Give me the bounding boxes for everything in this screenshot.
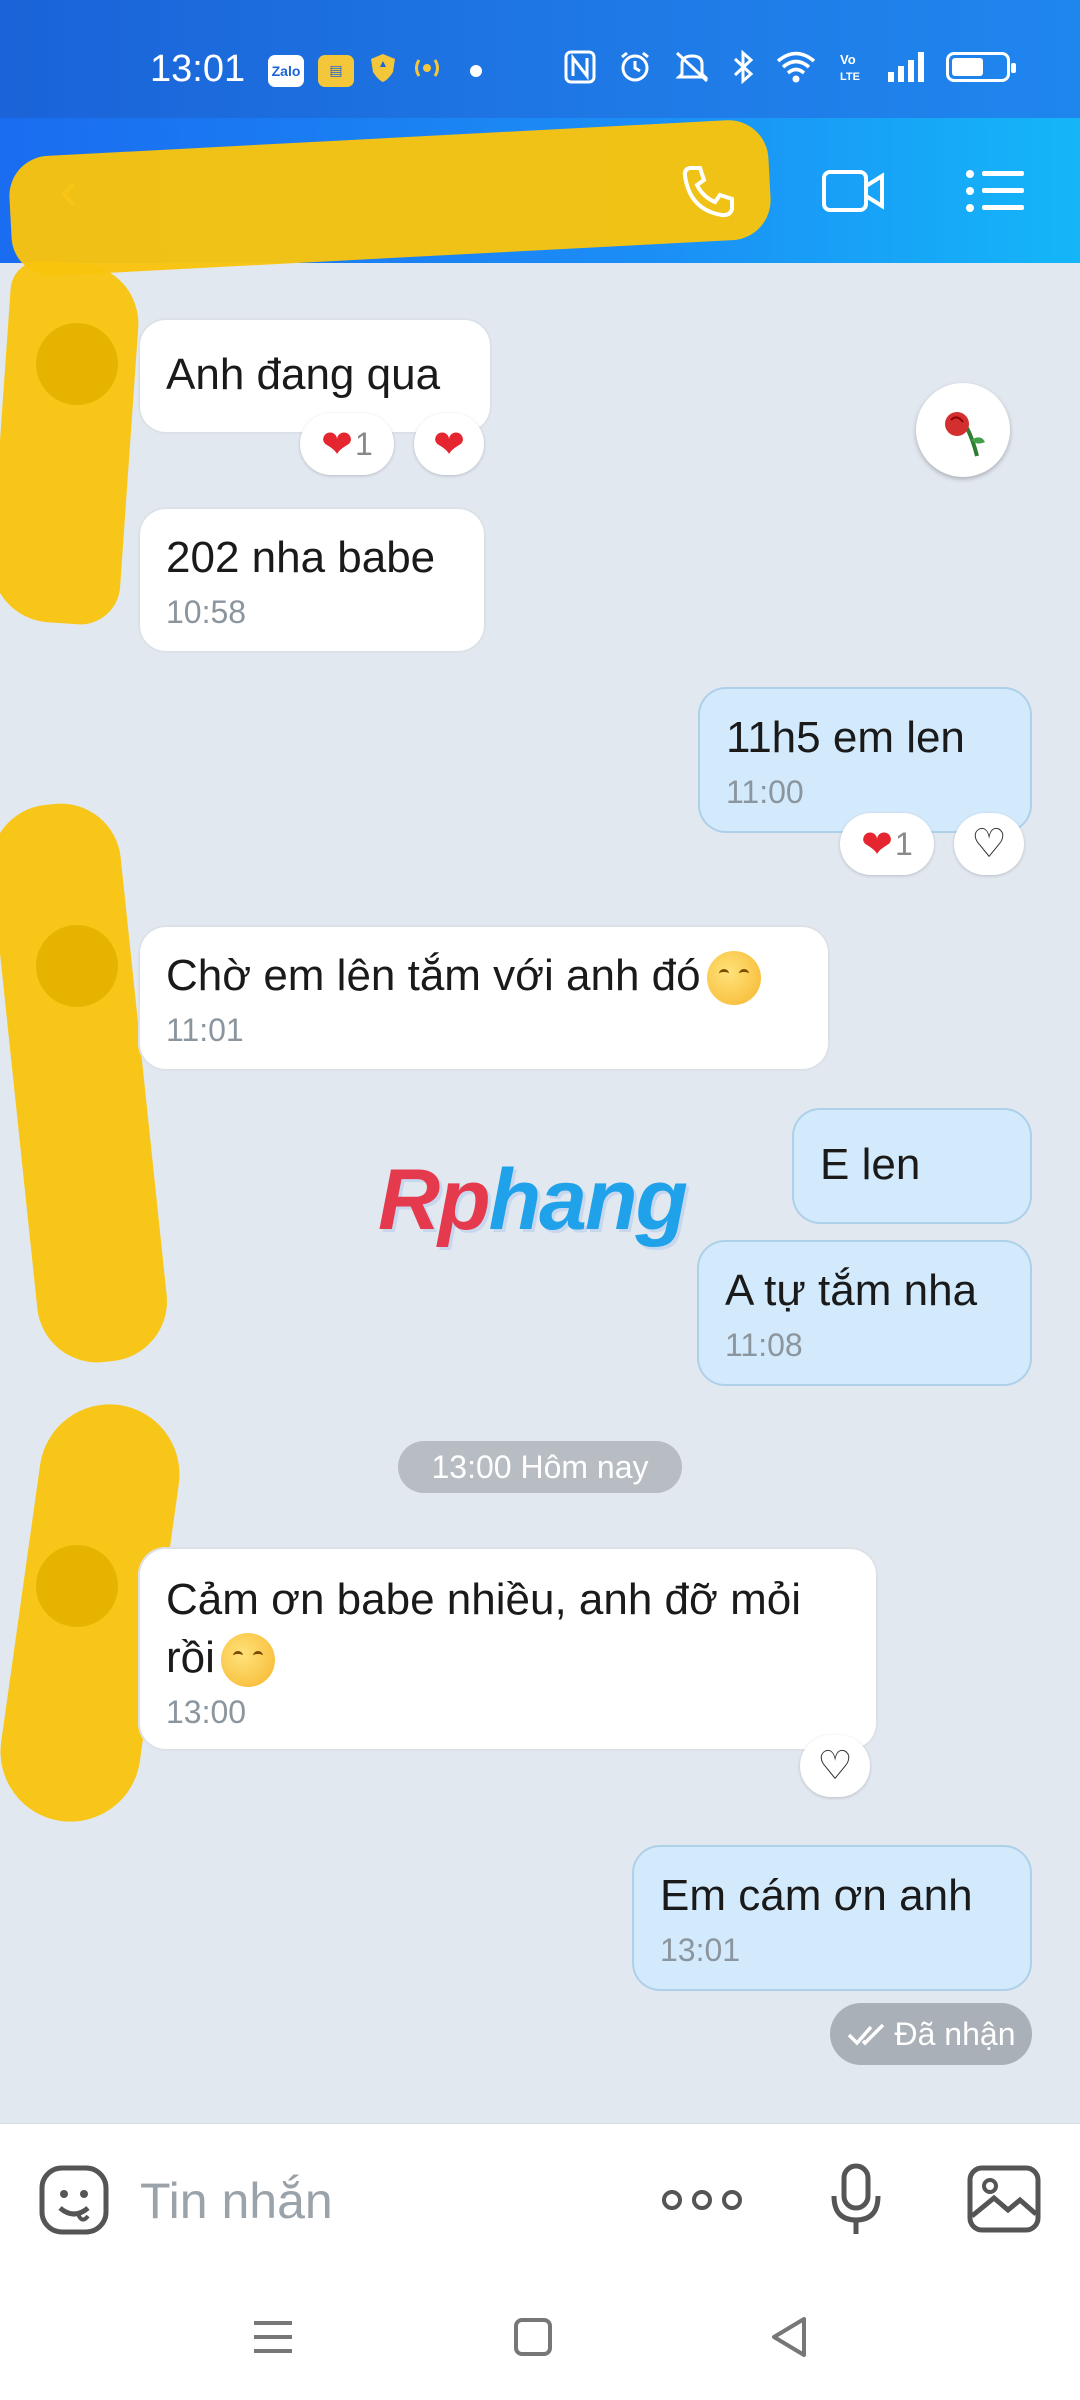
reaction-summary[interactable]: ❤ 1	[300, 413, 394, 475]
sticker-icon	[39, 2165, 109, 2235]
call-button[interactable]	[676, 160, 742, 222]
message-bubble-incoming[interactable]: Chờ em lên tắm với anh đó 11:01	[138, 925, 830, 1071]
dot-icon	[692, 2190, 712, 2210]
sticker-button[interactable]	[38, 2164, 110, 2236]
system-back-button[interactable]	[764, 2313, 814, 2361]
message-text: Chờ em lên tắm với anh đó	[166, 951, 701, 1000]
message-time: 11:01	[166, 1012, 244, 1049]
message-text: Cảm ơn babe nhiều, anh đỡ mỏi	[166, 1575, 801, 1624]
menu-button[interactable]	[962, 160, 1028, 222]
system-icons: Vo LTE	[564, 50, 1016, 84]
react-heart-button[interactable]: ♡	[954, 813, 1024, 875]
message-time: 10:58	[166, 594, 247, 630]
signal-icon	[888, 52, 924, 82]
message-time: 11:00	[726, 774, 804, 810]
battery-icon	[946, 52, 1016, 82]
square-icon	[514, 2318, 552, 2356]
dot-icon	[662, 2190, 682, 2210]
volte-icon: Vo LTE	[840, 52, 860, 83]
svg-text:LTE: LTE	[840, 71, 860, 83]
heart-outline-icon: ♡	[817, 1744, 853, 1788]
svg-text:Vo: Vo	[840, 52, 856, 67]
heart-icon: ❤	[433, 423, 465, 466]
send-image-button[interactable]	[966, 2164, 1042, 2234]
reaction-summary[interactable]: ❤ 1	[840, 813, 934, 875]
recent-apps-button[interactable]	[248, 2313, 298, 2361]
kiss-emoji-icon	[220, 1633, 275, 1688]
shield-icon	[368, 52, 398, 89]
message-time: 13:00	[166, 1694, 247, 1731]
avatar[interactable]	[36, 1545, 118, 1627]
chat-area[interactable]: Anh đang qua ❤ 1 ❤ 202 nha babe 10:58 11h…	[0, 258, 1080, 2123]
reaction-count: 1	[355, 425, 373, 462]
message-bubble-outgoing[interactable]: A tự tắm nha 11:08	[697, 1240, 1032, 1386]
message-bubble-outgoing[interactable]: 11h5 em len 11:00	[698, 687, 1032, 833]
watermark-part1: Rp	[378, 1152, 491, 1248]
message-text: Em cám ơn anh	[660, 1871, 973, 1920]
more-options-button[interactable]	[662, 2180, 746, 2220]
heart-reaction-icon: ❤	[861, 823, 894, 866]
notification-icons: Zalo ▤	[268, 52, 482, 89]
message-text: 202 nha babe	[166, 533, 436, 582]
mute-icon	[675, 51, 709, 83]
message-bubble-incoming[interactable]: Cảm ơn babe nhiều, anh đỡ mỏi rồi 13:00	[138, 1547, 878, 1751]
nfc-icon	[564, 50, 596, 84]
menu-lines-icon	[254, 2321, 292, 2353]
watermark-part2: hang	[488, 1152, 688, 1248]
status-time: 13:01	[150, 48, 246, 90]
alarm-icon	[621, 51, 649, 82]
status-bar: 13:01 Zalo ▤ Vo LTE	[0, 0, 1080, 118]
heart-reaction-icon: ❤	[321, 423, 354, 466]
sticker-suggestion-button[interactable]	[916, 383, 1010, 477]
bluetooth-icon	[733, 50, 754, 84]
heart-outline-icon: ♡	[971, 822, 1007, 866]
system-navigation-bar	[0, 2273, 1080, 2400]
home-button[interactable]	[508, 2313, 558, 2361]
react-heart-button[interactable]: ❤	[414, 413, 484, 475]
chat-header: ‹	[0, 118, 1080, 278]
dot-icon	[722, 2190, 742, 2210]
video-call-button[interactable]	[820, 160, 886, 222]
watermark-logo: Rphang	[378, 1151, 688, 1250]
delivery-status-text: Đã nhận	[894, 2015, 1016, 2052]
message-input[interactable]	[138, 2168, 622, 2234]
redaction-mark	[0, 258, 143, 628]
triangle-back-icon	[772, 2317, 806, 2357]
message-text: rồi	[166, 1633, 215, 1682]
wifi-icon	[776, 51, 816, 83]
avatar[interactable]	[36, 323, 118, 405]
list-icon	[966, 170, 1024, 212]
message-time: 11:08	[725, 1327, 803, 1363]
rose-icon	[945, 412, 985, 457]
microphone-icon	[831, 2163, 881, 2234]
video-camera-icon	[822, 170, 884, 212]
message-time: 13:01	[660, 1932, 741, 1968]
hotspot-icon	[412, 52, 442, 89]
avatar[interactable]	[36, 925, 118, 1007]
message-text: Anh đang qua	[166, 350, 441, 399]
message-text: E len	[820, 1140, 921, 1189]
double-check-icon	[847, 2023, 884, 2046]
message-bubble-incoming[interactable]: 202 nha babe 10:58	[138, 507, 486, 653]
smile-emoji-icon	[706, 951, 761, 1006]
image-icon	[967, 2165, 1041, 2233]
delivery-status-badge: Đã nhận	[830, 2003, 1032, 2065]
voice-message-button[interactable]	[828, 2162, 884, 2238]
message-text: A tự tắm nha	[725, 1266, 978, 1315]
message-bubble-outgoing[interactable]: E len	[792, 1108, 1032, 1224]
zalo-icon: Zalo	[268, 54, 304, 87]
reaction-count: 1	[895, 825, 913, 862]
redaction-mark	[7, 118, 773, 278]
message-bubble-outgoing[interactable]: Em cám ơn anh 13:01	[632, 1845, 1032, 1991]
date-divider: 13:00 Hôm nay	[398, 1441, 682, 1493]
react-heart-button[interactable]: ♡	[800, 1735, 870, 1797]
wallet-icon: ▤	[318, 54, 354, 87]
phone-icon	[682, 166, 734, 218]
message-text: 11h5 em len	[726, 713, 965, 762]
notification-dot	[470, 64, 482, 77]
message-input-bar	[0, 2123, 1080, 2274]
redaction-mark	[0, 797, 173, 1369]
